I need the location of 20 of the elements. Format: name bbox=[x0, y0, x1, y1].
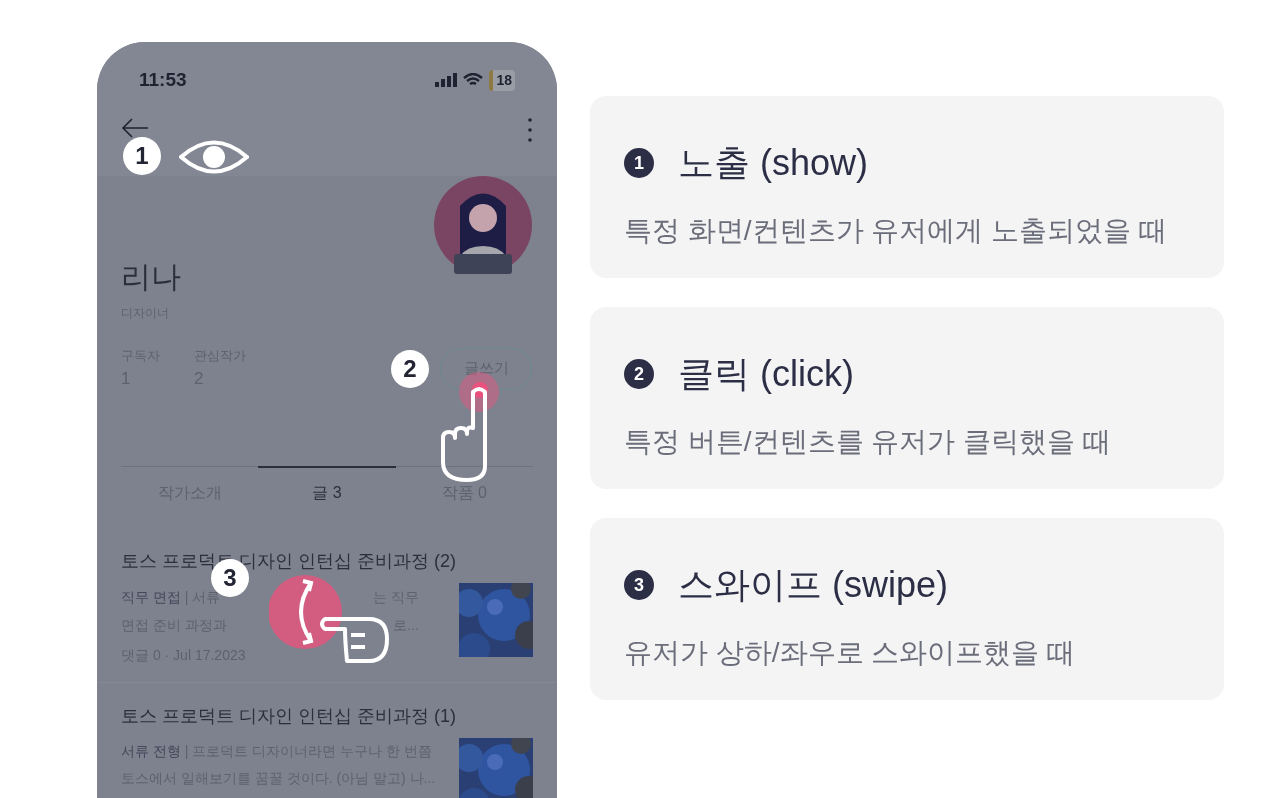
profile-name: 리나 bbox=[121, 262, 181, 292]
wifi-icon bbox=[463, 72, 484, 88]
more-options-icon[interactable] bbox=[527, 116, 533, 143]
event-description: 유저가 상하/좌우로 스와이프했을 때 bbox=[624, 636, 1077, 670]
event-description: 특정 화면/컨텐츠가 유저에게 노출되었을 때 bbox=[624, 214, 1168, 248]
step-number: 3 bbox=[624, 570, 654, 600]
post-title[interactable]: 토스 프로덕트 디자인 인턴십 준비과정 (1) bbox=[121, 703, 533, 730]
step-number: 1 bbox=[624, 148, 654, 178]
status-time: 11:53 bbox=[139, 68, 187, 92]
step-number: 2 bbox=[624, 359, 654, 389]
eye-icon bbox=[179, 138, 249, 176]
step-number: 2 bbox=[391, 350, 429, 388]
back-arrow-icon[interactable] bbox=[121, 116, 149, 139]
event-description: 특정 버튼/컨텐츠를 유저가 클릭했을 때 bbox=[624, 425, 1112, 459]
event-title: 스와이프 (swipe) bbox=[678, 563, 949, 607]
battery-level: 18 bbox=[489, 69, 515, 91]
profile-tab[interactable]: 글 3 bbox=[258, 466, 396, 518]
signal-icon bbox=[435, 73, 458, 88]
event-title: 클릭 (click) bbox=[678, 352, 854, 396]
event-title: 노출 (show) bbox=[678, 141, 869, 185]
